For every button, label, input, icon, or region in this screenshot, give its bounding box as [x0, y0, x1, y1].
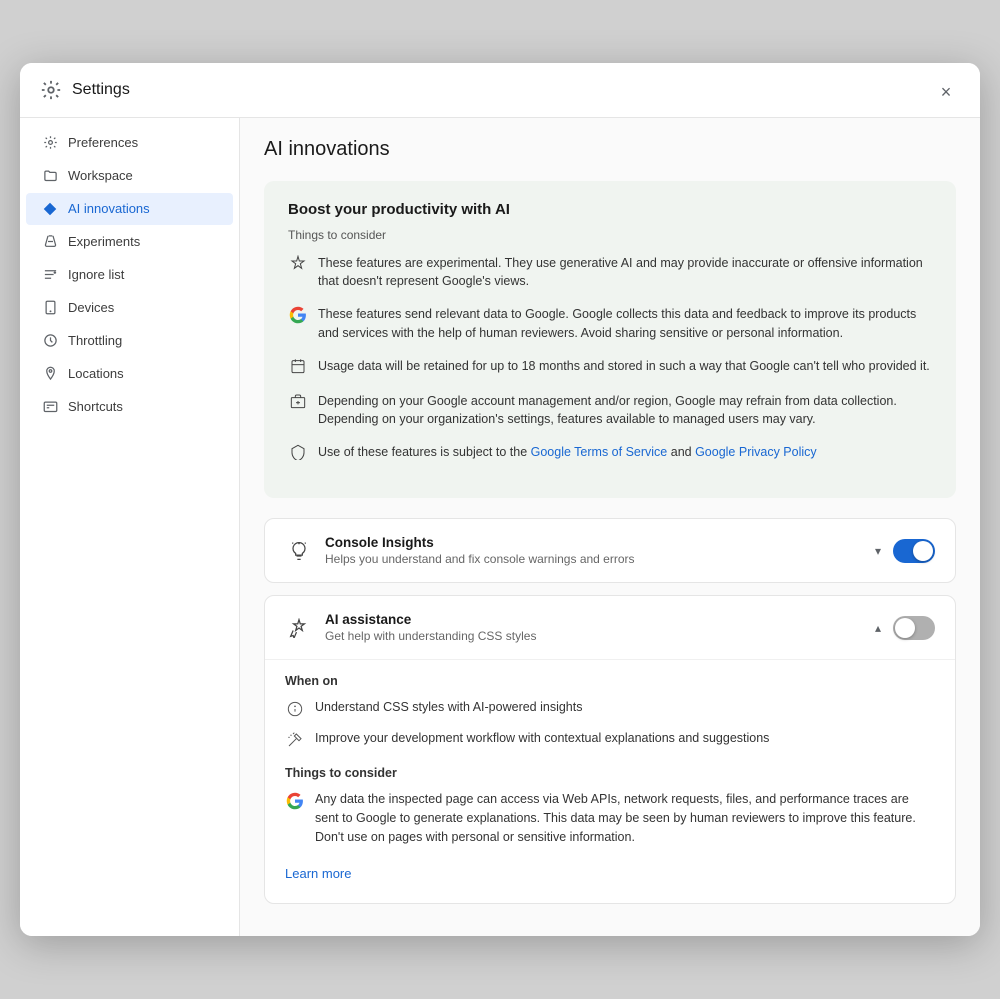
info-box: Boost your productivity with AI Things t…: [264, 181, 956, 499]
things-to-consider-label: Things to consider: [288, 228, 932, 242]
sparkle-icon: [288, 255, 308, 275]
main-content: AI innovations Boost your productivity w…: [240, 118, 980, 937]
sidebar-item-throttling[interactable]: Throttling: [26, 325, 233, 357]
ai-assistance-body: When on Understand CSS styles with AI-po…: [265, 659, 955, 903]
shortcuts-icon: [42, 399, 58, 415]
ai-assistance-subtitle: Get help with understanding CSS styles: [325, 629, 875, 643]
console-insights-title: Console Insights: [325, 535, 875, 550]
sidebar-item-workspace[interactable]: Workspace: [26, 160, 233, 192]
info-item-text: Depending on your Google account managem…: [318, 392, 932, 430]
sidebar-item-label: Ignore list: [68, 267, 124, 282]
when-item-text: Improve your development workflow with c…: [315, 729, 769, 748]
sidebar-item-ignore-list[interactable]: Ignore list: [26, 259, 233, 291]
settings-window: Settings × Preferences: [20, 63, 980, 937]
terms-link[interactable]: Google Terms of Service: [531, 445, 668, 459]
building-icon: [288, 393, 308, 413]
chevron-down-icon: ▾: [875, 544, 881, 558]
things-consider-label: Things to consider: [285, 766, 935, 780]
sidebar-item-label: Shortcuts: [68, 399, 123, 414]
privacy-link[interactable]: Google Privacy Policy: [695, 445, 817, 459]
info-item-experimental: These features are experimental. They us…: [288, 254, 932, 292]
console-insights-toggle[interactable]: [893, 539, 935, 563]
sidebar-item-label: Preferences: [68, 135, 138, 150]
info-item-account-mgmt: Depending on your Google account managem…: [288, 392, 932, 430]
sidebar-item-label: Experiments: [68, 234, 140, 249]
throttle-icon: [42, 333, 58, 349]
info-item-text: Usage data will be retained for up to 18…: [318, 357, 930, 376]
sidebar-item-label: AI innovations: [68, 201, 150, 216]
toggle-knob: [895, 618, 915, 638]
folder-icon: [42, 168, 58, 184]
gear-icon: [42, 135, 58, 151]
when-item-text: Understand CSS styles with AI-powered in…: [315, 698, 583, 717]
sidebar-item-label: Devices: [68, 300, 114, 315]
flask-icon: [42, 234, 58, 250]
sidebar: Preferences Workspace AI innovatio: [20, 118, 240, 937]
sidebar-item-label: Workspace: [68, 168, 133, 183]
ai-assistance-info: AI assistance Get help with understandin…: [325, 612, 875, 643]
when-on-label: When on: [285, 674, 935, 688]
sidebar-item-experiments[interactable]: Experiments: [26, 226, 233, 258]
shield-icon: [288, 444, 308, 464]
learn-more-link[interactable]: Learn more: [285, 866, 351, 881]
filter-icon: [42, 267, 58, 283]
device-icon: [42, 300, 58, 316]
info-item-usage-data: Usage data will be retained for up to 18…: [288, 357, 932, 378]
bulb-icon: [285, 537, 313, 565]
sidebar-item-devices[interactable]: Devices: [26, 292, 233, 324]
ai-assistance-toggle[interactable]: [893, 616, 935, 640]
sidebar-item-label: Locations: [68, 366, 124, 381]
sidebar-item-ai-innovations[interactable]: AI innovations: [26, 193, 233, 225]
ai-assistance-title: AI assistance: [325, 612, 875, 627]
things-google-item: Any data the inspected page can access v…: [285, 790, 935, 846]
info-item-terms-text: Use of these features is subject to the …: [318, 443, 817, 462]
things-google-text: Any data the inspected page can access v…: [315, 790, 935, 846]
sidebar-item-label: Throttling: [68, 333, 122, 348]
sidebar-item-preferences[interactable]: Preferences: [26, 127, 233, 159]
console-insights-card: Console Insights Helps you understand an…: [264, 518, 956, 583]
info-box-title: Boost your productivity with AI: [288, 201, 932, 218]
page-title: AI innovations: [264, 138, 956, 161]
diamond-icon: [42, 201, 58, 217]
calendar-icon: [288, 358, 308, 378]
ai-assistance-card: AI assistance Get help with understandin…: [264, 595, 956, 904]
info-item-google-data: These features send relevant data to Goo…: [288, 305, 932, 343]
title-bar: Settings ×: [20, 63, 980, 118]
content-area: Preferences Workspace AI innovatio: [20, 118, 980, 937]
when-item-workflow: Improve your development workflow with c…: [285, 729, 935, 750]
console-insights-header[interactable]: Console Insights Helps you understand an…: [265, 519, 955, 582]
ai-assistance-header[interactable]: AI assistance Get help with understandin…: [265, 596, 955, 659]
window-title: Settings: [40, 79, 130, 101]
console-insights-subtitle: Helps you understand and fix console war…: [325, 552, 875, 566]
info-circle-icon: [285, 699, 305, 719]
settings-icon: [40, 79, 62, 101]
toggle-knob: [913, 541, 933, 561]
wand-icon: [285, 730, 305, 750]
window-title-text: Settings: [72, 81, 130, 99]
when-item-css: Understand CSS styles with AI-powered in…: [285, 698, 935, 719]
info-item-text: These features send relevant data to Goo…: [318, 305, 932, 343]
google-g-icon: [288, 306, 308, 326]
info-item-terms: Use of these features is subject to the …: [288, 443, 932, 464]
sparkle-cursor-icon: [285, 614, 313, 642]
sidebar-item-locations[interactable]: Locations: [26, 358, 233, 390]
sidebar-item-shortcuts[interactable]: Shortcuts: [26, 391, 233, 423]
location-icon: [42, 366, 58, 382]
info-item-text: These features are experimental. They us…: [318, 254, 932, 292]
close-button[interactable]: ×: [932, 79, 960, 107]
google-g-icon: [285, 791, 305, 811]
chevron-up-icon: ▴: [875, 621, 881, 635]
console-insights-info: Console Insights Helps you understand an…: [325, 535, 875, 566]
